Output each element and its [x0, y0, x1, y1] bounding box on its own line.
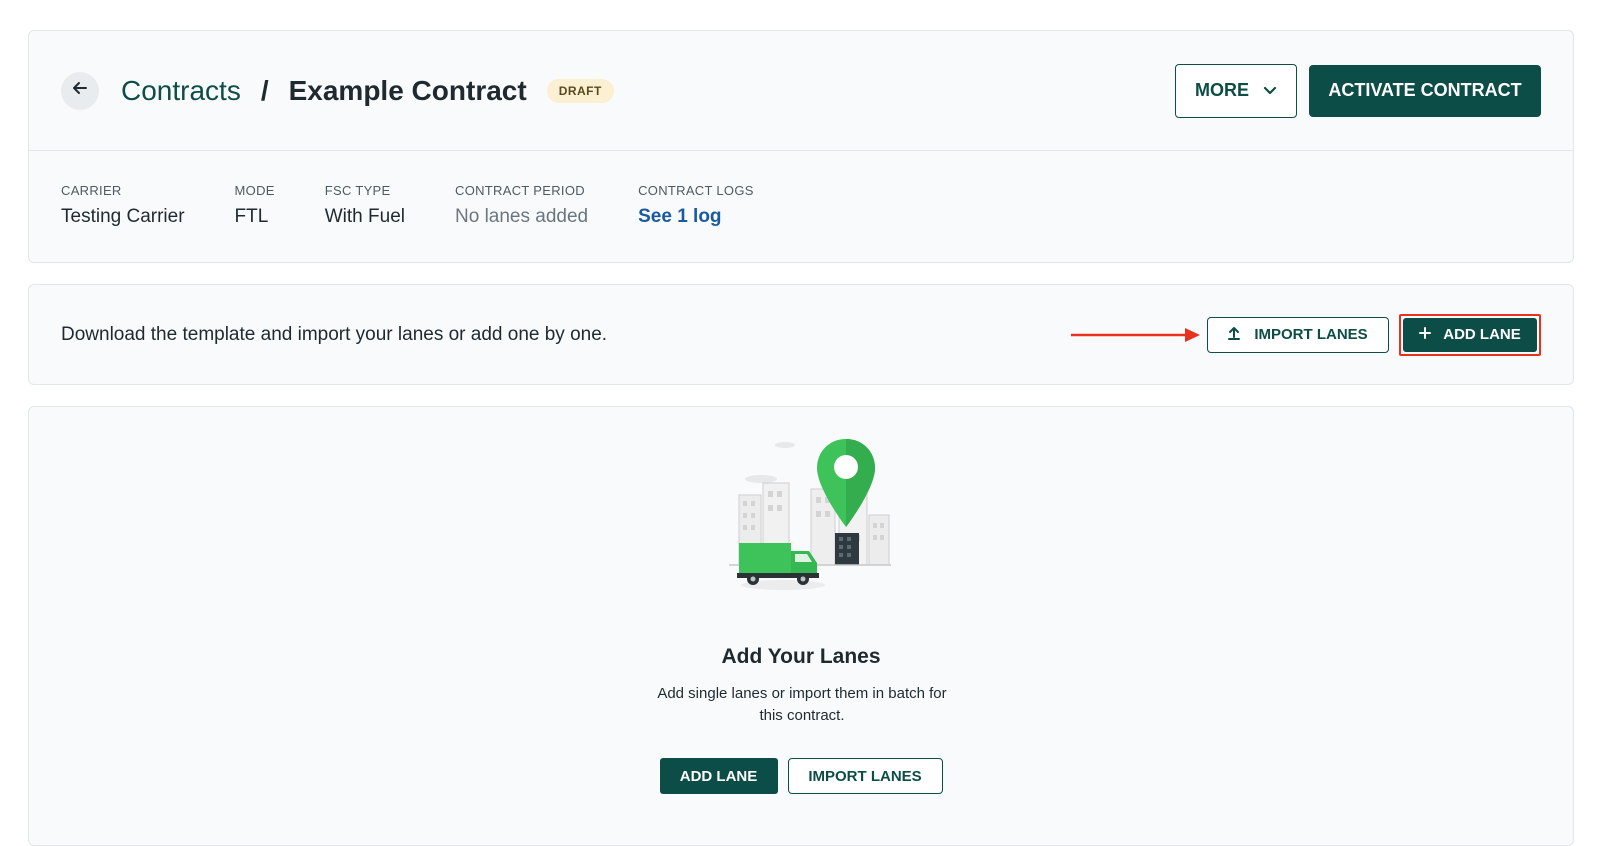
meta-contract-period-value: No lanes added — [455, 206, 589, 227]
meta-carrier: CARRIER Testing Carrier — [61, 183, 185, 228]
chevron-down-icon — [1263, 80, 1277, 101]
empty-state-description: Add single lanes or import them in batch… — [657, 685, 947, 724]
empty-import-lanes-button[interactable]: IMPORT LANES — [787, 758, 943, 794]
more-button-label: MORE — [1195, 80, 1249, 100]
empty-lanes-card: Add Your Lanes Add single lanes or impor… — [28, 406, 1574, 846]
meta-fsc-type: FSC TYPE With Fuel — [325, 183, 405, 228]
annotation-arrow-icon — [1071, 327, 1201, 343]
empty-state-title: Add Your Lanes — [721, 645, 881, 668]
contract-header-card: Contracts / Example Contract DRAFT MORE … — [28, 30, 1574, 263]
meta-carrier-label: CARRIER — [61, 183, 122, 198]
contract-logs-link[interactable]: See 1 log — [638, 206, 754, 228]
meta-mode-label: MODE — [234, 183, 275, 198]
empty-add-lane-button[interactable]: ADD LANE — [659, 758, 778, 794]
meta-mode: MODE FTL — [235, 183, 275, 228]
import-instructions: Download the template and import your la… — [61, 323, 608, 345]
location-pin-icon — [815, 437, 877, 534]
add-lane-label: ADD LANE — [1443, 326, 1521, 343]
meta-contract-period: CONTRACT PERIOD No lanes added — [455, 183, 588, 228]
meta-fsc-type-value: With Fuel — [324, 206, 405, 227]
page-title: Example Contract — [288, 74, 527, 106]
city-truck-illustration — [719, 435, 939, 595]
more-button[interactable]: MORE — [1175, 63, 1297, 118]
breadcrumb-separator: / — [260, 74, 269, 106]
breadcrumb-contracts-link[interactable]: Contracts — [121, 75, 241, 107]
meta-fsc-type-label: FSC TYPE — [324, 183, 391, 198]
contract-title-bar: Contracts / Example Contract DRAFT MORE … — [29, 31, 1573, 151]
add-lane-highlight: ADD LANE — [1399, 313, 1541, 356]
breadcrumb: Contracts / Example Contract DRAFT — [121, 75, 614, 107]
status-badge: DRAFT — [546, 78, 614, 103]
meta-contract-logs: CONTRACT LOGS See 1 log — [638, 183, 754, 228]
meta-contract-period-label: CONTRACT PERIOD — [455, 183, 585, 198]
arrow-left-icon — [71, 79, 89, 102]
import-lanes-label: IMPORT LANES — [1254, 326, 1368, 343]
upload-icon — [1228, 326, 1241, 344]
plus-icon — [1419, 326, 1432, 343]
import-strip-actions: IMPORT LANES ADD LANE — [1071, 313, 1541, 356]
add-lane-button[interactable]: ADD LANE — [1403, 317, 1537, 352]
contract-meta-row: CARRIER Testing Carrier MODE FTL FSC TYP… — [29, 151, 1573, 228]
truck-icon — [737, 539, 829, 590]
import-lanes-button[interactable]: IMPORT LANES — [1207, 316, 1389, 353]
back-button[interactable] — [61, 71, 99, 110]
meta-mode-value: FTL — [234, 206, 269, 227]
meta-carrier-value: Testing Carrier — [61, 206, 185, 227]
activate-contract-button[interactable]: ACTIVATE CONTRACT — [1309, 64, 1541, 117]
header-actions: MORE ACTIVATE CONTRACT — [1175, 63, 1541, 118]
empty-state-actions: ADD LANE IMPORT LANES — [29, 758, 1573, 794]
import-lanes-strip: Download the template and import your la… — [28, 284, 1574, 385]
meta-contract-logs-label: CONTRACT LOGS — [638, 183, 754, 198]
